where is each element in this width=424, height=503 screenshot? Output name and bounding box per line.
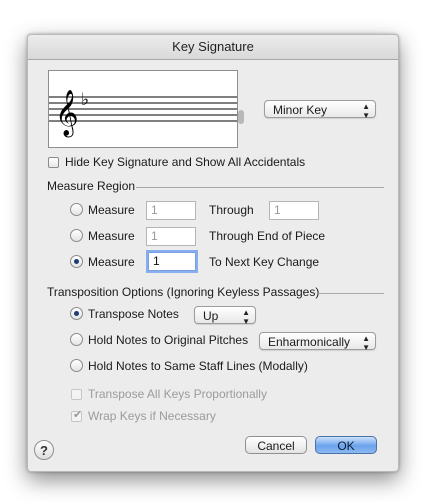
key-mode-popup[interactable]: Minor Key ▲ ▼ bbox=[264, 100, 376, 120]
treble-clef-icon: 𝄞 bbox=[55, 90, 79, 138]
key-signature-dialog: Key Signature 𝄞 ♭ Minor Key ▲ ▼ Hide Key … bbox=[27, 34, 399, 472]
measure-end-field[interactable]: 1 bbox=[269, 201, 319, 220]
ok-button[interactable]: OK bbox=[315, 436, 377, 454]
staff-preview-svg: 𝄞 ♭ bbox=[49, 90, 237, 138]
transpose-direction-popup[interactable]: Up ▲ ▼ bbox=[194, 306, 256, 326]
transpose-all-keys-checkbox[interactable] bbox=[71, 389, 82, 400]
hold-original-pitches-label: Hold Notes to Original Pitches bbox=[88, 333, 249, 347]
measure-to-end-radio[interactable] bbox=[70, 229, 83, 242]
popup-arrows-icon: ▲ ▼ bbox=[362, 334, 370, 352]
key-mode-value: Minor Key bbox=[273, 103, 328, 117]
help-button[interactable]: ? bbox=[34, 440, 54, 460]
measure-region-title: Measure Region bbox=[47, 179, 136, 193]
checkmark-icon: ✔ bbox=[73, 409, 83, 421]
measure-to-next-change-field[interactable]: 1 bbox=[148, 252, 196, 271]
measure-to-end-field[interactable]: 1 bbox=[146, 227, 196, 246]
radio-selected-dot bbox=[74, 259, 79, 264]
hold-original-pitches-radio[interactable] bbox=[70, 333, 83, 346]
key-signature-preview: 𝄞 ♭ bbox=[48, 70, 238, 148]
measure-to-next-change-radio-label: Measure bbox=[88, 255, 135, 269]
preview-scroll-thumb[interactable] bbox=[238, 110, 244, 124]
through-label: Through bbox=[209, 203, 254, 217]
transpose-direction-value: Up bbox=[203, 309, 219, 323]
measure-range-radio[interactable] bbox=[70, 203, 83, 216]
flat-accidental-icon: ♭ bbox=[81, 90, 89, 110]
transpose-notes-radio[interactable] bbox=[70, 307, 83, 320]
to-next-key-change-label: To Next Key Change bbox=[209, 255, 320, 269]
hide-key-signature-label: Hide Key Signature and Show All Accident… bbox=[65, 155, 306, 169]
through-end-of-piece-label: Through End of Piece bbox=[209, 229, 326, 243]
wrap-keys-label: Wrap Keys if Necessary bbox=[88, 409, 216, 423]
transposition-options-title: Transposition Options (Ignoring Keyless … bbox=[47, 285, 320, 299]
wrap-keys-checkbox[interactable]: ✔ bbox=[71, 409, 83, 422]
transpose-all-keys-label: Transpose All Keys Proportionally bbox=[88, 387, 267, 401]
preview-scrollbar[interactable] bbox=[236, 70, 246, 148]
measure-to-end-radio-label: Measure bbox=[88, 229, 135, 243]
hold-staff-lines-label: Hold Notes to Same Staff Lines (Modally) bbox=[88, 359, 308, 373]
radio-selected-dot bbox=[74, 311, 79, 316]
measure-start-field[interactable]: 1 bbox=[146, 201, 196, 220]
measure-range-radio-label: Measure bbox=[88, 203, 135, 217]
popup-arrows-icon: ▲ ▼ bbox=[362, 102, 370, 120]
hold-method-value: Enharmonically bbox=[268, 335, 351, 349]
hide-key-signature-checkbox[interactable] bbox=[48, 157, 59, 168]
window-title: Key Signature bbox=[28, 35, 398, 60]
cancel-button[interactable]: Cancel bbox=[245, 436, 307, 454]
measure-region-divider bbox=[136, 187, 384, 188]
hold-method-popup[interactable]: Enharmonically ▲ ▼ bbox=[259, 332, 376, 352]
transposition-divider bbox=[318, 293, 384, 294]
transpose-notes-label: Transpose Notes bbox=[88, 307, 179, 321]
popup-arrows-icon: ▲ ▼ bbox=[242, 308, 250, 326]
hold-staff-lines-radio[interactable] bbox=[70, 359, 83, 372]
measure-to-next-change-radio[interactable] bbox=[70, 255, 83, 268]
